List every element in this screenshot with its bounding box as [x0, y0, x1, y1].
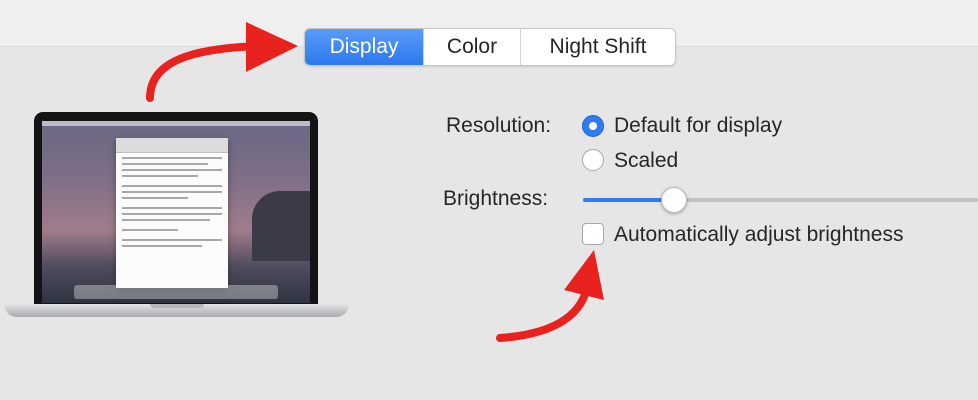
- auto-brightness-checkbox[interactable]: [582, 223, 604, 245]
- resolution-label: Resolution:: [446, 114, 552, 137]
- radio-default-for-display[interactable]: [582, 115, 604, 137]
- brightness-label: Brightness:: [443, 187, 549, 210]
- option-scaled-label[interactable]: Scaled: [614, 149, 678, 173]
- annotation-arrow-icon: [146, 22, 298, 102]
- brightness-slider-track[interactable]: [583, 198, 978, 202]
- annotation-arrow-icon: [496, 250, 604, 342]
- auto-brightness-label[interactable]: Automatically adjust brightness: [614, 223, 903, 247]
- brightness-slider-knob[interactable]: [660, 187, 687, 213]
- option-default-for-display-label[interactable]: Default for display: [614, 114, 782, 138]
- radio-scaled[interactable]: [582, 149, 604, 171]
